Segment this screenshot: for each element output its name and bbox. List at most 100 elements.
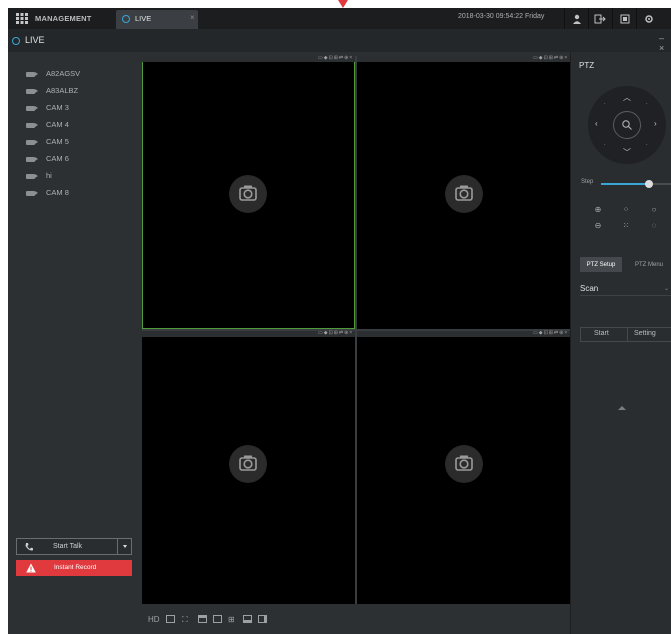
tile-toolbar: ▭ ◆ ⊡ ⊞ ⇄ ⊕ × [357,330,570,337]
divider [627,328,628,341]
camera-icon [26,123,38,128]
phone-icon [25,543,33,551]
list-item[interactable]: CAM 4 [8,117,142,133]
list-item[interactable]: A82AGSV [8,66,142,82]
zoom-out-icon[interactable]: ⊖ [588,220,608,231]
video-tile[interactable]: ▭ ◆ ⊡ ⊞ ⇄ ⊕ × [142,55,355,329]
user-icon[interactable] [564,8,588,29]
tab-live[interactable]: LIVE × [116,10,198,29]
ptz-direction-pad[interactable]: ︿ ﹀ ‹ › · · · · [588,86,666,164]
tile-toolbar: ▭ ◆ ⊡ ⊞ ⇄ ⊕ × [357,55,570,62]
collapse-up-icon[interactable] [571,402,671,414]
close-icon[interactable]: × [190,13,195,22]
tab-ptz-menu[interactable]: PTZ Menu [626,257,671,272]
layout-alt-icon[interactable] [258,615,267,623]
ptz-title: PTZ [579,61,595,70]
instant-record-button[interactable]: Instant Record [16,560,132,576]
arrow-down-right-icon[interactable]: · [646,142,648,148]
arrow-down-left-icon[interactable]: · [604,142,606,148]
chevron-down-icon: ⌄ [663,286,669,292]
list-item[interactable]: hi [8,168,142,184]
ptz-mode-select[interactable]: Scan ⌄ [580,280,671,296]
start-button[interactable]: Start [594,330,609,337]
device-name: CAM 5 [46,137,69,146]
focus-far-icon[interactable]: ⁙ [616,220,636,231]
start-talk-label: Start Talk [53,543,83,550]
arrow-right-icon[interactable]: › [654,119,657,128]
apps-grid-icon[interactable] [11,10,33,27]
camera-icon [26,157,38,162]
device-name: hi [46,171,52,180]
list-item[interactable]: CAM 3 [8,100,142,116]
iris-close-icon[interactable]: ◌ [644,220,664,231]
arrow-up-right-icon[interactable]: · [646,101,648,107]
logout-icon[interactable] [588,8,612,29]
list-item[interactable]: CAM 8 [8,185,142,201]
view-toolbar: HD ⛶ ⊞ [142,604,570,634]
ptz-mode-value: Scan [580,284,599,293]
fullscreen-icon[interactable]: ⛶ [182,615,188,625]
tile-tools[interactable]: ▭ ◆ ⊡ ⊞ ⇄ ⊕ × [533,55,567,61]
camera-icon [26,140,38,145]
camera-icon [26,174,38,179]
minimize-icon[interactable]: – × [659,33,671,53]
device-name: CAM 8 [46,188,69,197]
top-icon-group [564,8,660,29]
talk-dropdown-button[interactable] [117,539,131,554]
page-title: LIVE [25,35,45,45]
zoom-in-icon[interactable]: ⊕ [588,204,608,215]
single-view-icon[interactable] [213,615,222,623]
tile-tools[interactable]: ▭ ◆ ⊡ ⊞ ⇄ ⊕ × [318,55,352,61]
camera-icon [26,191,38,196]
video-tile[interactable]: ▭ ◆ ⊡ ⊞ ⇄ ⊕ × [357,55,570,329]
step-slider-fill [601,183,649,185]
camera-snapshot-icon[interactable] [445,175,483,213]
top-bar: MANAGEMENT LIVE × 2018-03-30 09:54:22 Fr… [8,8,671,29]
start-talk-control[interactable]: Start Talk [16,538,132,555]
camera-snapshot-icon[interactable] [229,175,267,213]
instant-record-label: Instant Record [54,564,97,571]
list-item[interactable]: CAM 6 [8,151,142,167]
camera-icon [26,89,38,94]
quad-split-icon[interactable]: ⊞ [228,615,235,624]
tab-live-label: LIVE [135,14,152,23]
setting-button[interactable]: Setting [634,330,656,337]
device-name: CAM 4 [46,120,69,129]
list-item[interactable]: CAM 5 [8,134,142,150]
management-tab[interactable]: MANAGEMENT [35,11,92,26]
chevron-down-icon [122,545,127,548]
step-slider[interactable] [601,180,671,188]
device-name: A82AGSV [46,69,81,78]
camera-snapshot-icon[interactable] [229,445,267,483]
live-header: LIVE – × [8,29,671,53]
tile-tools[interactable]: ▭ ◆ ⊡ ⊞ ⇄ ⊕ × [318,330,352,336]
video-tile[interactable]: ▭ ◆ ⊡ ⊞ ⇄ ⊕ × [357,330,570,604]
single-split-icon[interactable] [198,615,207,623]
layout-icon[interactable] [243,615,252,623]
arrow-up-icon[interactable]: ︿ [623,92,631,103]
hd-toggle[interactable]: HD [148,615,160,624]
arrow-up-left-icon[interactable]: · [604,101,606,107]
video-grid: ▭ ◆ ⊡ ⊞ ⇄ ⊕ × ▭ ◆ ⊡ ⊞ ⇄ ⊕ × ▭ ◆ ⊡ ⊞ ⇄ ⊕ … [142,55,570,604]
settings-icon[interactable] [636,8,660,29]
tile-toolbar: ▭ ◆ ⊡ ⊞ ⇄ ⊕ × [142,330,355,337]
arrow-down-icon[interactable]: ﹀ [623,147,631,158]
tab-ptz-setup[interactable]: PTZ Setup [580,257,622,272]
system-datetime: 2018-03-30 09:54:22 Friday [458,13,545,20]
device-list: A82AGSV A83ALBZ CAM 3 CAM 4 CAM 5 CAM 6 … [8,52,142,612]
step-slider-handle[interactable] [644,180,653,188]
list-item[interactable]: A83ALBZ [8,83,142,99]
device-icon[interactable] [612,8,636,29]
screen-icon[interactable] [166,615,175,623]
iris-open-icon[interactable]: ○ [644,204,664,215]
ptz-center-zoom-icon[interactable] [613,111,641,139]
focus-near-icon[interactable]: ⁘ [616,204,636,215]
arrow-left-icon[interactable]: ‹ [595,119,598,128]
alert-icon [26,563,36,573]
camera-snapshot-icon[interactable] [445,445,483,483]
nvr-app: MANAGEMENT LIVE × 2018-03-30 09:54:22 Fr… [8,8,671,634]
video-tile[interactable]: ▭ ◆ ⊡ ⊞ ⇄ ⊕ × [142,330,355,604]
device-name: CAM 3 [46,103,69,112]
device-name: CAM 6 [46,154,69,163]
tile-tools[interactable]: ▭ ◆ ⊡ ⊞ ⇄ ⊕ × [533,330,567,336]
